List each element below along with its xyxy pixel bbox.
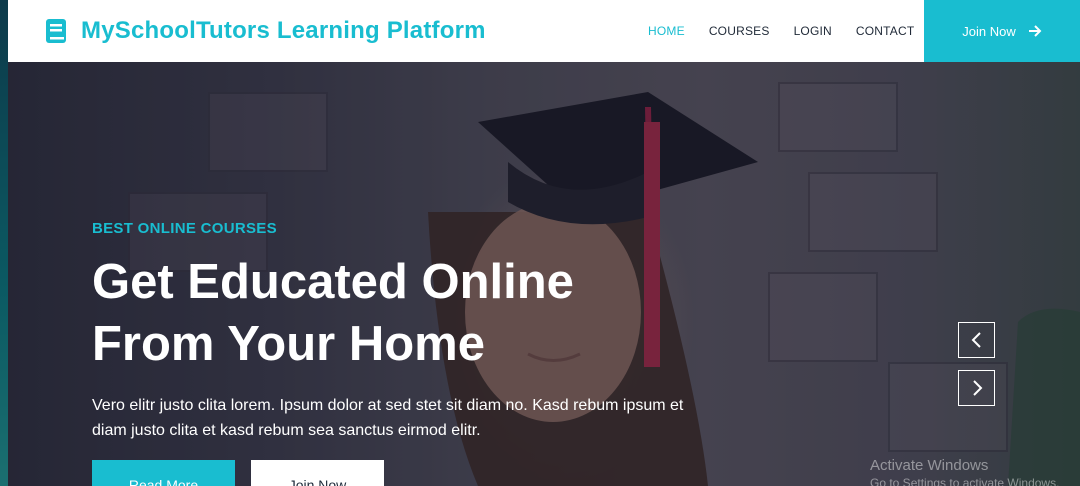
hero-headline-line-2: From Your Home (92, 317, 485, 371)
watermark-subtitle: Go to Settings to activate Windows. (870, 476, 1060, 486)
arrow-right-icon (1028, 25, 1042, 37)
desktop-background-strip (0, 0, 8, 486)
nav-item-contact[interactable]: CONTACT (856, 24, 915, 38)
watermark-title: Activate Windows (870, 457, 989, 474)
nav-join-now-label: Join Now (962, 23, 1016, 39)
nav-item-login[interactable]: LOGIN (794, 24, 832, 38)
hero-headline-line-1: Get Educated Online (92, 255, 574, 309)
hero-join-now-button[interactable]: Join Now (251, 460, 384, 486)
nav-join-now-button[interactable]: Join Now (924, 0, 1080, 62)
read-more-button[interactable]: Read More (92, 460, 235, 486)
main-nav: HOME COURSES LOGIN CONTACT (648, 24, 914, 38)
hero-eyebrow: BEST ONLINE COURSES (92, 220, 277, 237)
nav-item-courses[interactable]: COURSES (709, 24, 770, 38)
chevron-left-icon (971, 332, 981, 348)
windows-activation-watermark: Activate Windows Go to Settings to activ… (870, 457, 1059, 486)
hero-content: BEST ONLINE COURSES Get Educated Online … (92, 220, 712, 443)
top-navbar: MySchoolTutors Learning Platform HOME CO… (8, 0, 1080, 62)
brand-title: MySchoolTutors Learning Platform (81, 17, 486, 44)
hero-headline: Get Educated Online From Your Home (92, 251, 712, 375)
carousel-next-button[interactable] (958, 370, 995, 406)
carousel-prev-button[interactable] (958, 322, 995, 358)
chevron-right-icon (972, 380, 982, 396)
book-icon (46, 19, 66, 43)
nav-item-home[interactable]: HOME (648, 24, 685, 38)
hero-carousel: BEST ONLINE COURSES Get Educated Online … (8, 62, 1080, 486)
hero-description: Vero elitr justo clita lorem. Ipsum dolo… (92, 397, 684, 439)
brand-logo-link[interactable]: MySchoolTutors Learning Platform (45, 15, 486, 47)
